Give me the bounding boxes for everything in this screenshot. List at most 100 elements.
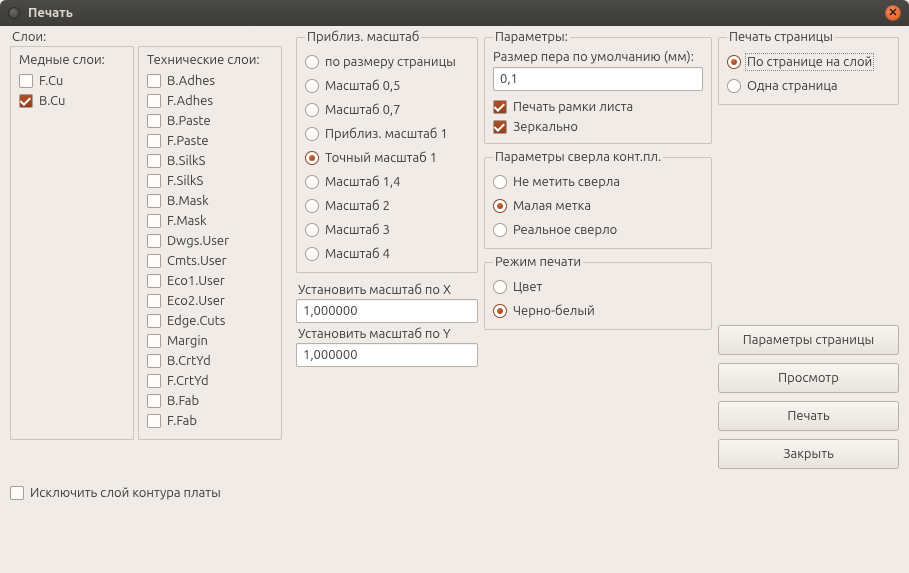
drill-opt-0-radio[interactable]: Не метить сверла <box>493 170 703 194</box>
dialog-content: Слои: Медные слои: F.CuB.Cu Технические … <box>0 26 909 573</box>
layer-b-fab-checkbox[interactable]: B.Fab <box>147 391 273 411</box>
preview-button[interactable]: Просмотр <box>718 363 899 393</box>
scale-opt-2-radio[interactable]: Масштаб 0,7 <box>305 98 469 122</box>
exclude-edge-label: Исключить слой контура платы <box>30 486 899 500</box>
titlebar: Печать ✕ <box>0 0 909 26</box>
page-setup-button[interactable]: Параметры страницы <box>718 325 899 355</box>
layer-b-paste-label: B.Paste <box>167 114 273 128</box>
layer-f-mask-label: F.Mask <box>167 214 273 228</box>
mirror-checkbox[interactable]: Зеркально <box>493 117 703 137</box>
scale-opt-6-radio[interactable]: Масштаб 2 <box>305 194 469 218</box>
close-icon[interactable]: ✕ <box>885 5 901 21</box>
scale-opt-4-label: Точный масштаб 1 <box>325 151 437 165</box>
layer-b-fab-label: B.Fab <box>167 394 273 408</box>
layer-b-paste-checkbox[interactable]: B.Paste <box>147 111 273 131</box>
print-frame-checkbox[interactable]: Печать рамки листа <box>493 97 703 117</box>
layer-eco2-user-checkbox[interactable]: Eco2.User <box>147 291 273 311</box>
copper-layers-group: Медные слои: F.Cu B.Cu <box>10 46 134 440</box>
layer-b-crtyd-checkbox[interactable]: B.CrtYd <box>147 351 273 371</box>
scale-group: Приблиз. масштаб по размеру страницы Масш… <box>296 30 478 273</box>
params-group-title: Параметры: <box>493 30 570 44</box>
drill-group: Параметры сверла конт.пл. Не метить свер… <box>484 150 712 249</box>
scale-y-label: Установить масштаб по Y <box>298 327 478 341</box>
page-print-group: Печать страницы По странице на слойОдна … <box>718 30 899 105</box>
mirror-label: Зеркально <box>513 120 703 134</box>
scale-y-input[interactable] <box>296 343 478 367</box>
layer-b-cu-checkbox[interactable]: B.Cu <box>19 91 125 111</box>
drill-group-title: Параметры сверла конт.пл. <box>493 150 663 164</box>
drill-opt-1-radio[interactable]: Малая метка <box>493 194 703 218</box>
drill-opt-2-radio[interactable]: Реальное сверло <box>493 218 703 242</box>
print-mode-title: Режим печати <box>493 255 583 269</box>
mode-opt-1-radio[interactable]: Черно-белый <box>493 299 703 323</box>
scale-opt-3-radio[interactable]: Приблиз. масштаб 1 <box>305 122 469 146</box>
layer-f-crtyd-checkbox[interactable]: F.CrtYd <box>147 371 273 391</box>
layer-edge-cuts-checkbox[interactable]: Edge.Cuts <box>147 311 273 331</box>
scale-opt-0-label: по размеру страницы <box>325 55 456 69</box>
scale-opt-7-radio[interactable]: Масштаб 3 <box>305 218 469 242</box>
scale-opt-8-radio[interactable]: Масштаб 4 <box>305 242 469 266</box>
layer-eco2-user-label: Eco2.User <box>167 294 273 308</box>
scale-x-label: Установить масштаб по X <box>298 283 478 297</box>
layer-margin-checkbox[interactable]: Margin <box>147 331 273 351</box>
scale-opt-5-radio[interactable]: Масштаб 1,4 <box>305 170 469 194</box>
layer-f-crtyd-label: F.CrtYd <box>167 374 273 388</box>
tech-layers-group: Технические слои: B.Adhes F.Adhes B.Paste F… <box>138 46 282 440</box>
layer-b-crtyd-label: B.CrtYd <box>167 354 273 368</box>
drill-opt-2-label: Реальное сверло <box>513 223 617 237</box>
print-dialog: Печать ✕ Слои: Медные слои: F.CuB.Cu Тех… <box>0 0 909 573</box>
layer-f-adhes-label: F.Adhes <box>167 94 273 108</box>
tech-layers-title: Технические слои: <box>147 53 273 67</box>
layer-dwgs-user-checkbox[interactable]: Dwgs.User <box>147 231 273 251</box>
drill-opt-1-label: Малая метка <box>513 199 591 213</box>
page-opt-1-label: Одна страница <box>747 79 838 93</box>
layer-b-silks-label: B.SilkS <box>167 154 273 168</box>
layer-b-adhes-checkbox[interactable]: B.Adhes <box>147 71 273 91</box>
layer-f-adhes-checkbox[interactable]: F.Adhes <box>147 91 273 111</box>
page-opt-0-label: По странице на слой <box>747 55 872 69</box>
layer-edge-cuts-label: Edge.Cuts <box>167 314 273 328</box>
layer-b-cu-label: B.Cu <box>39 94 125 108</box>
layer-f-cu-checkbox[interactable]: F.Cu <box>19 71 125 91</box>
print-mode-group: Режим печати Цвет Черно-белый <box>484 255 712 330</box>
layer-b-mask-checkbox[interactable]: B.Mask <box>147 191 273 211</box>
layer-cmts-user-checkbox[interactable]: Cmts.User <box>147 251 273 271</box>
layer-f-fab-checkbox[interactable]: F.Fab <box>147 411 273 431</box>
layer-f-silks-checkbox[interactable]: F.SilkS <box>147 171 273 191</box>
scale-opt-2-label: Масштаб 0,7 <box>325 103 400 117</box>
scale-opt-1-label: Масштаб 0,5 <box>325 79 400 93</box>
layer-cmts-user-label: Cmts.User <box>167 254 273 268</box>
layer-b-mask-label: B.Mask <box>167 194 273 208</box>
scale-opt-5-label: Масштаб 1,4 <box>325 175 400 189</box>
layer-b-silks-checkbox[interactable]: B.SilkS <box>147 151 273 171</box>
mode-opt-0-label: Цвет <box>513 280 542 294</box>
layer-f-fab-label: F.Fab <box>167 414 273 428</box>
layer-f-cu-label: F.Cu <box>39 74 125 88</box>
copper-layers-title: Медные слои: <box>19 53 125 67</box>
page-opt-1-radio[interactable]: Одна страница <box>727 74 890 98</box>
window-title: Печать <box>28 6 885 20</box>
pen-size-input[interactable] <box>493 67 703 91</box>
scale-opt-1-radio[interactable]: Масштаб 0,5 <box>305 74 469 98</box>
mode-opt-0-radio[interactable]: Цвет <box>493 275 703 299</box>
page-opt-0-radio[interactable]: По странице на слой <box>727 50 890 74</box>
layer-f-silks-label: F.SilkS <box>167 174 273 188</box>
print-button[interactable]: Печать <box>718 401 899 431</box>
drill-opt-0-label: Не метить сверла <box>513 175 620 189</box>
layer-margin-label: Margin <box>167 334 273 348</box>
layer-dwgs-user-label: Dwgs.User <box>167 234 273 248</box>
scale-opt-4-radio[interactable]: Точный масштаб 1 <box>305 146 469 170</box>
scale-x-input[interactable] <box>296 299 478 323</box>
close-button[interactable]: Закрыть <box>718 439 899 469</box>
params-group: Параметры: Размер пера по умолчанию (мм)… <box>484 30 712 144</box>
layer-f-mask-checkbox[interactable]: F.Mask <box>147 211 273 231</box>
exclude-edge-checkbox[interactable]: Исключить слой контура платы <box>10 483 899 503</box>
scale-opt-0-radio[interactable]: по размеру страницы <box>305 50 469 74</box>
scale-opt-3-label: Приблиз. масштаб 1 <box>325 127 448 141</box>
print-frame-label: Печать рамки листа <box>513 100 703 114</box>
scale-group-title: Приблиз. масштаб <box>305 30 421 44</box>
layer-f-paste-label: F.Paste <box>167 134 273 148</box>
mode-opt-1-label: Черно-белый <box>513 304 595 318</box>
layer-f-paste-checkbox[interactable]: F.Paste <box>147 131 273 151</box>
layer-eco1-user-checkbox[interactable]: Eco1.User <box>147 271 273 291</box>
